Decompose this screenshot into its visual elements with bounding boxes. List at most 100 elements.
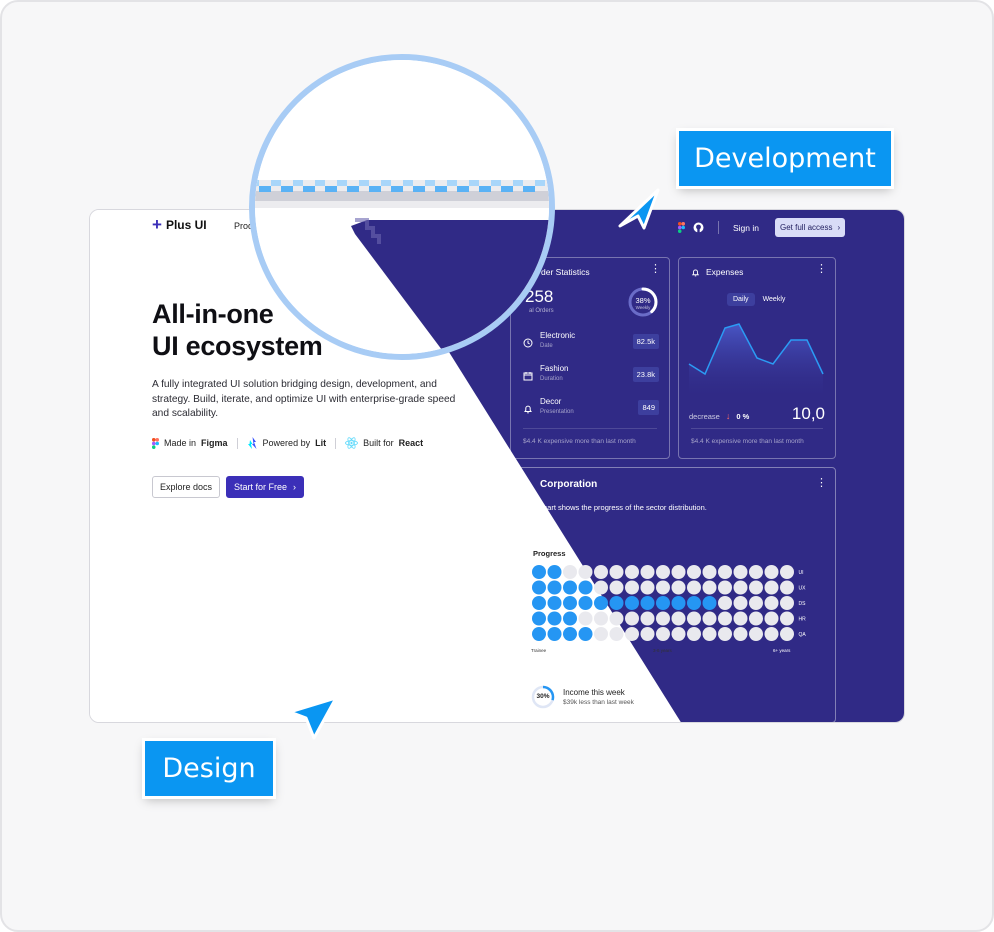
topbar-divider (718, 221, 719, 234)
progress-dot (702, 627, 717, 641)
expenses-title-text: Expenses (706, 267, 744, 277)
start-for-free-label: Start for Free (234, 482, 288, 492)
progress-dot (780, 611, 794, 626)
axis-label-mid: 3-6 years (653, 648, 672, 653)
progress-dot (547, 565, 562, 579)
tab-weekly[interactable]: Weekly (757, 293, 792, 306)
progress-dot (594, 565, 608, 579)
expenses-area-chart (688, 323, 824, 396)
progress-dot (749, 580, 763, 595)
lit-flame-icon (247, 437, 257, 449)
income-ring: 30% (531, 685, 555, 709)
progress-dot (532, 580, 546, 595)
progress-dot (733, 565, 748, 579)
stat-label: Decor (540, 397, 562, 406)
progress-dot (687, 611, 701, 626)
progress-dot (718, 565, 732, 579)
expenses-footer: $4.4 K expensive more than last month (691, 438, 804, 445)
progress-dot (687, 627, 701, 641)
badge-lit: Powered by Lit (247, 437, 326, 449)
progress-dot (609, 565, 624, 579)
plus-logo-icon: + (152, 215, 162, 234)
explore-docs-button[interactable]: Explore docs (152, 476, 221, 498)
progress-dot (532, 611, 546, 626)
progress-dot (780, 580, 794, 595)
tab-daily[interactable]: Daily (727, 293, 755, 306)
progress-dot (625, 611, 639, 626)
progress-dot (702, 580, 717, 595)
stat-value: 849 (638, 400, 659, 415)
progress-dot (764, 627, 779, 641)
progress-dot (764, 611, 779, 626)
bell-icon (524, 405, 532, 414)
progress-dot (532, 596, 546, 610)
stat-sub: Presentation (540, 409, 574, 415)
progress-dot (547, 611, 562, 626)
progress-dot (609, 580, 624, 595)
magnified-pixels (255, 60, 549, 354)
income-percent: 30% (536, 693, 550, 700)
row-label: UI (799, 570, 804, 576)
progress-dot (656, 580, 670, 595)
progress-dot (578, 565, 593, 579)
decrease-label: decrease (689, 411, 720, 421)
progress-dot (687, 596, 701, 610)
expenses-title: Expenses (691, 267, 743, 277)
progress-dot (640, 611, 655, 626)
progress-dot (578, 611, 593, 626)
design-label: Design (145, 741, 273, 796)
corporation-card: Corporation ⋮ This chart shows the progr… (510, 467, 836, 722)
axis-label-senior: 6+ years (773, 648, 791, 653)
progress-dot (656, 565, 670, 579)
figma-icon (152, 437, 159, 449)
bell-icon (691, 268, 700, 276)
progress-dot (671, 565, 686, 579)
tech-badges: Made in Figma Powered by Lit Built for R… (152, 437, 423, 449)
progress-dot (594, 627, 608, 641)
progress-dot (563, 611, 577, 626)
progress-dot (578, 627, 593, 641)
progress-dot (718, 611, 732, 626)
badge-divider (236, 437, 238, 449)
progress-dot (625, 580, 639, 595)
progress-dot (594, 580, 608, 595)
bar-chart-icon (523, 481, 532, 489)
get-full-access-label: Get full access (780, 223, 833, 232)
progress-dot (780, 565, 794, 579)
logo[interactable]: + Plus UI (152, 215, 207, 234)
progress-dot (656, 627, 670, 641)
figma-icon[interactable] (678, 222, 685, 233)
progress-dot (671, 627, 686, 641)
stat-row-decor: Decor Presentation 849 (523, 397, 659, 425)
corporation-title: Corporation (523, 479, 597, 490)
start-for-free-button[interactable]: Start for Free › (226, 476, 305, 498)
progress-dot (764, 565, 779, 579)
progress-dot (547, 580, 562, 595)
sign-in-link[interactable]: Sign in (733, 223, 759, 233)
badge-react: Built for React (345, 437, 423, 449)
stat-label: Fashion (540, 364, 569, 373)
progress-dot (749, 596, 763, 610)
more-options-icon[interactable]: ⋮ (816, 264, 827, 275)
corporation-title-text: Corporation (540, 479, 598, 490)
chevron-right-icon: › (837, 223, 841, 232)
progress-dot (625, 565, 639, 579)
more-options-icon[interactable]: ⋮ (816, 478, 827, 489)
card-divider (523, 428, 657, 429)
progress-dot (780, 596, 794, 610)
expenses-value: 10,0 (791, 404, 825, 423)
get-full-access-button[interactable]: Get full access › (775, 218, 846, 237)
progress-dot (687, 565, 701, 579)
progress-dot (656, 596, 670, 610)
progress-dot-matrix: UI UX DS HR QA (532, 565, 807, 641)
progress-dot (578, 596, 593, 610)
stat-value: 82.5k (632, 334, 659, 349)
progress-dot (640, 565, 655, 579)
decrease-value: 0 % (736, 411, 750, 421)
row-label: DS (799, 601, 807, 607)
corporation-description: This chart shows the progress of the sec… (523, 503, 707, 512)
progress-dot (547, 596, 562, 610)
progress-dot (578, 580, 593, 595)
more-options-icon[interactable]: ⋮ (650, 264, 661, 275)
github-icon[interactable] (693, 222, 704, 233)
